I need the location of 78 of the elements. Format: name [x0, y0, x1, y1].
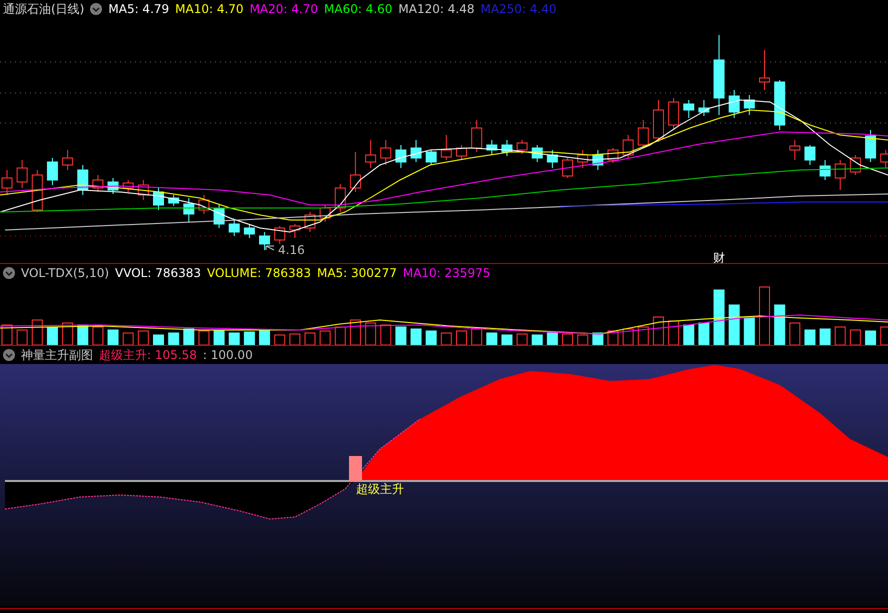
- candlestick: [592, 150, 604, 170]
- candlestick: [744, 94, 755, 116]
- candlestick: [834, 160, 846, 190]
- candlestick: [577, 150, 588, 168]
- candlestick: [395, 144, 406, 168]
- candlestick: [759, 50, 770, 90]
- signal-label: 超级主升: [356, 482, 404, 496]
- candlestick: [622, 134, 634, 158]
- candlestick: [608, 148, 618, 164]
- candlestick: [865, 130, 876, 162]
- candlestick: [183, 198, 194, 222]
- arrow-icon: [266, 246, 274, 250]
- candlestick: [516, 140, 528, 154]
- candlestick: [380, 140, 392, 166]
- candlestick: [365, 140, 376, 168]
- candlestick: [638, 120, 649, 148]
- candlestick: [168, 194, 180, 206]
- candlestick: [153, 188, 164, 210]
- candlestick: [486, 140, 498, 156]
- indicator-value: : 100.00: [202, 349, 253, 361]
- candlestick: [304, 212, 316, 232]
- price-label: 4.16: [278, 243, 305, 257]
- candlestick: [350, 152, 361, 192]
- candlestick: [774, 80, 786, 130]
- candlestick: [259, 232, 270, 250]
- collapse-icon[interactable]: [3, 349, 15, 361]
- indicator-value: MA5: 4.79: [108, 3, 170, 15]
- candlestick: [289, 224, 300, 238]
- indicator-value: MA250: 4.40: [480, 3, 557, 15]
- collapse-icon[interactable]: [3, 267, 15, 279]
- candlestick: [698, 100, 710, 116]
- candlestick: [850, 154, 861, 176]
- candlestick: [728, 90, 740, 118]
- candlestick: [789, 140, 800, 160]
- candlestick: [456, 144, 467, 160]
- indicator-value: MA60: 4.60: [324, 3, 392, 15]
- candlestick: [804, 144, 816, 166]
- candlestick: [92, 174, 104, 192]
- indicator-value: MA20: 4.70: [250, 3, 318, 15]
- candlestick: [410, 140, 422, 162]
- indicator-value: 超级主升: 105.58: [99, 349, 197, 361]
- signal-bar: [349, 456, 362, 481]
- candlestick: [334, 184, 346, 212]
- candlestick: [562, 158, 574, 178]
- candlestick: [228, 220, 240, 236]
- candlestick: [62, 150, 74, 170]
- indicator-value: VVOL: 786383: [115, 267, 202, 279]
- candlestick: [668, 98, 680, 130]
- indicator-value: MA5: 300277: [316, 267, 397, 279]
- candlestick: [683, 100, 694, 118]
- collapse-icon[interactable]: [90, 3, 102, 15]
- indicator-value: MA10: 235975: [402, 267, 490, 279]
- candlestick: [820, 160, 831, 180]
- candlestick: [546, 150, 558, 168]
- candlestick: [244, 224, 255, 238]
- candlestick: [440, 134, 452, 160]
- stock-title: 通源石油(日线): [3, 3, 84, 15]
- candlestick: [77, 164, 88, 196]
- indicator-value: MA120: 4.48: [398, 3, 474, 15]
- candlestick: [652, 100, 664, 142]
- candlestick: [471, 120, 482, 152]
- candlestick: [320, 204, 331, 222]
- candlestick: [426, 150, 437, 166]
- candlestick: [32, 170, 43, 212]
- indicator-value: VOLUME: 786383: [207, 267, 311, 279]
- indicator-title: 神量主升副图: [21, 349, 93, 361]
- candlestick: [16, 160, 28, 188]
- candlestick: [122, 180, 134, 192]
- candlestick: [198, 194, 210, 214]
- candlestick: [501, 140, 512, 156]
- candlestick: [108, 178, 119, 194]
- candlestick: [214, 204, 225, 228]
- candlestick: [274, 226, 286, 244]
- indicator-title: VOL-TDX(5,10): [21, 267, 110, 279]
- candlestick: [532, 144, 543, 162]
- indicator-value: MA10: 4.70: [175, 3, 244, 15]
- candlestick: [138, 180, 149, 200]
- candlestick: [46, 158, 58, 186]
